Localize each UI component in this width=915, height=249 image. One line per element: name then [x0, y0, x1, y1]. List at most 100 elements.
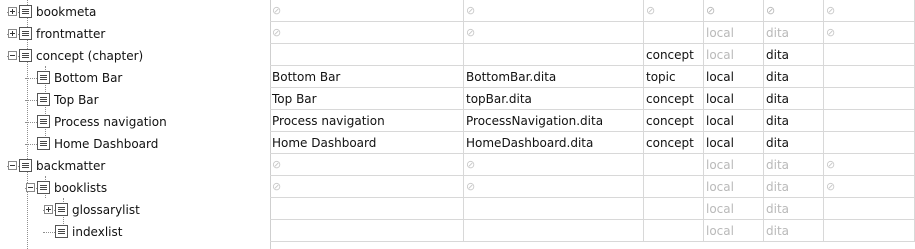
grid-cell[interactable] — [464, 198, 644, 220]
grid-row[interactable]: ⊘ ⊘ local dita ⊘ — [270, 176, 915, 198]
grid-cell[interactable]: Top Bar — [270, 88, 464, 110]
grid-cell[interactable]: ⊘ — [824, 176, 915, 198]
grid-cell[interactable]: dita — [764, 88, 824, 110]
grid-cell[interactable]: concept — [644, 132, 704, 154]
grid-cell[interactable]: ⊘ — [464, 0, 644, 22]
expand-icon[interactable] — [8, 7, 17, 16]
tree-node[interactable]: indexlist — [0, 221, 268, 243]
collapse-icon[interactable] — [8, 51, 17, 60]
grid-cell[interactable] — [270, 220, 464, 242]
grid-cell[interactable]: concept — [644, 110, 704, 132]
grid-cell[interactable] — [824, 198, 915, 220]
tree-node[interactable]: booklists — [0, 177, 268, 199]
grid-row[interactable]: ⊘ ⊘ local dita ⊘ — [270, 22, 915, 44]
grid-cell[interactable] — [824, 88, 915, 110]
grid-cell[interactable]: ⊘ — [644, 0, 704, 22]
grid-row[interactable]: local dita — [270, 220, 915, 242]
grid-cell[interactable]: dita — [764, 110, 824, 132]
tree-node[interactable]: frontmatter — [0, 23, 268, 45]
tree-node-label: booklists — [54, 181, 108, 195]
grid-cell[interactable]: Process navigation — [270, 110, 464, 132]
grid-cell[interactable]: dita — [764, 22, 824, 44]
grid-cell[interactable]: dita — [764, 44, 824, 66]
grid-cell[interactable]: BottomBar.dita — [464, 66, 644, 88]
tree-node[interactable]: bookmeta — [0, 1, 268, 23]
grid-cell[interactable]: ⊘ — [464, 154, 644, 176]
grid-cell[interactable]: local — [704, 220, 764, 242]
grid-cell[interactable]: ⊘ — [270, 0, 464, 22]
grid-cell[interactable] — [824, 110, 915, 132]
grid-cell[interactable]: ⊘ — [704, 0, 764, 22]
tree-node[interactable]: Home Dashboard — [0, 133, 268, 155]
grid-cell[interactable]: dita — [764, 154, 824, 176]
tree-node[interactable]: backmatter — [0, 155, 268, 177]
grid-cell[interactable] — [644, 176, 704, 198]
grid-cell[interactable]: ⊘ — [270, 22, 464, 44]
grid-cell[interactable]: local — [704, 88, 764, 110]
grid-row[interactable]: Home Dashboard HomeDashboard.dita concept l… — [270, 132, 915, 154]
grid-cell[interactable]: ⊘ — [824, 0, 915, 22]
grid-cell[interactable]: local — [704, 176, 764, 198]
grid-cell[interactable]: local — [704, 110, 764, 132]
grid-cell[interactable]: local — [704, 132, 764, 154]
icon-line — [22, 57, 29, 58]
grid-cell[interactable]: Home Dashboard — [270, 132, 464, 154]
grid-cell[interactable]: local — [704, 66, 764, 88]
grid-row[interactable]: concept local dita — [270, 44, 915, 66]
grid-cell[interactable] — [824, 132, 915, 154]
tree-node[interactable]: Top Bar — [0, 89, 268, 111]
grid-cell[interactable] — [644, 22, 704, 44]
grid-cell[interactable]: ⊘ — [270, 154, 464, 176]
expand-icon[interactable] — [44, 205, 53, 214]
collapse-icon[interactable] — [8, 161, 17, 170]
tree-node[interactable]: concept (chapter) — [0, 45, 268, 67]
grid-row[interactable]: Process navigation ProcessNavigation.dita… — [270, 110, 915, 132]
grid-cell[interactable] — [464, 44, 644, 66]
grid-row[interactable]: Bottom Bar BottomBar.dita topic local dita — [270, 66, 915, 88]
topicref-icon — [37, 71, 50, 84]
grid-cell[interactable] — [644, 220, 704, 242]
grid-cell[interactable]: local — [704, 22, 764, 44]
grid-cell[interactable]: topic — [644, 66, 704, 88]
icon-line — [58, 229, 65, 230]
grid-cell[interactable]: concept — [644, 44, 704, 66]
grid-cell[interactable]: HomeDashboard.dita — [464, 132, 644, 154]
grid-cell[interactable]: topBar.dita — [464, 88, 644, 110]
tree-node[interactable]: glossarylist — [0, 199, 268, 221]
grid-cell[interactable]: concept — [644, 88, 704, 110]
grid-cell[interactable] — [464, 220, 644, 242]
tree-node[interactable]: Process navigation — [0, 111, 268, 133]
grid-cell[interactable]: dita — [764, 220, 824, 242]
grid-cell[interactable] — [644, 198, 704, 220]
grid-row[interactable]: ⊘ ⊘ ⊘ ⊘ ⊘ ⊘ — [270, 0, 915, 22]
topicref-icon — [37, 181, 50, 194]
grid-cell[interactable]: local — [704, 154, 764, 176]
grid-cell[interactable] — [270, 198, 464, 220]
grid-cell[interactable]: ⊘ — [824, 22, 915, 44]
grid-row[interactable]: local dita — [270, 198, 915, 220]
collapse-icon[interactable] — [26, 183, 35, 192]
grid-cell[interactable] — [824, 44, 915, 66]
grid-cell[interactable] — [644, 154, 704, 176]
grid-cell[interactable]: ⊘ — [464, 22, 644, 44]
grid-cell[interactable]: ProcessNavigation.dita — [464, 110, 644, 132]
expand-icon[interactable] — [8, 29, 17, 38]
grid-cell[interactable]: dita — [764, 176, 824, 198]
grid-row[interactable]: ⊘ ⊘ local dita ⊘ — [270, 154, 915, 176]
tree-node[interactable]: Bottom Bar — [0, 67, 268, 89]
grid-cell[interactable]: Bottom Bar — [270, 66, 464, 88]
grid-cell[interactable] — [824, 66, 915, 88]
grid-cell[interactable]: local — [704, 44, 764, 66]
grid-cell[interactable]: local — [704, 198, 764, 220]
grid-cell[interactable]: ⊘ — [824, 154, 915, 176]
grid-cell[interactable]: dita — [764, 132, 824, 154]
grid-cell[interactable]: dita — [764, 66, 824, 88]
grid-cell[interactable] — [824, 220, 915, 242]
tree-node-label: Bottom Bar — [54, 71, 123, 85]
grid-row[interactable]: Top Bar topBar.dita concept local dita — [270, 88, 915, 110]
grid-cell[interactable]: dita — [764, 198, 824, 220]
grid-cell[interactable]: ⊘ — [764, 0, 824, 22]
grid-cell[interactable] — [270, 44, 464, 66]
grid-cell[interactable]: ⊘ — [270, 176, 464, 198]
grid-cell[interactable]: ⊘ — [464, 176, 644, 198]
